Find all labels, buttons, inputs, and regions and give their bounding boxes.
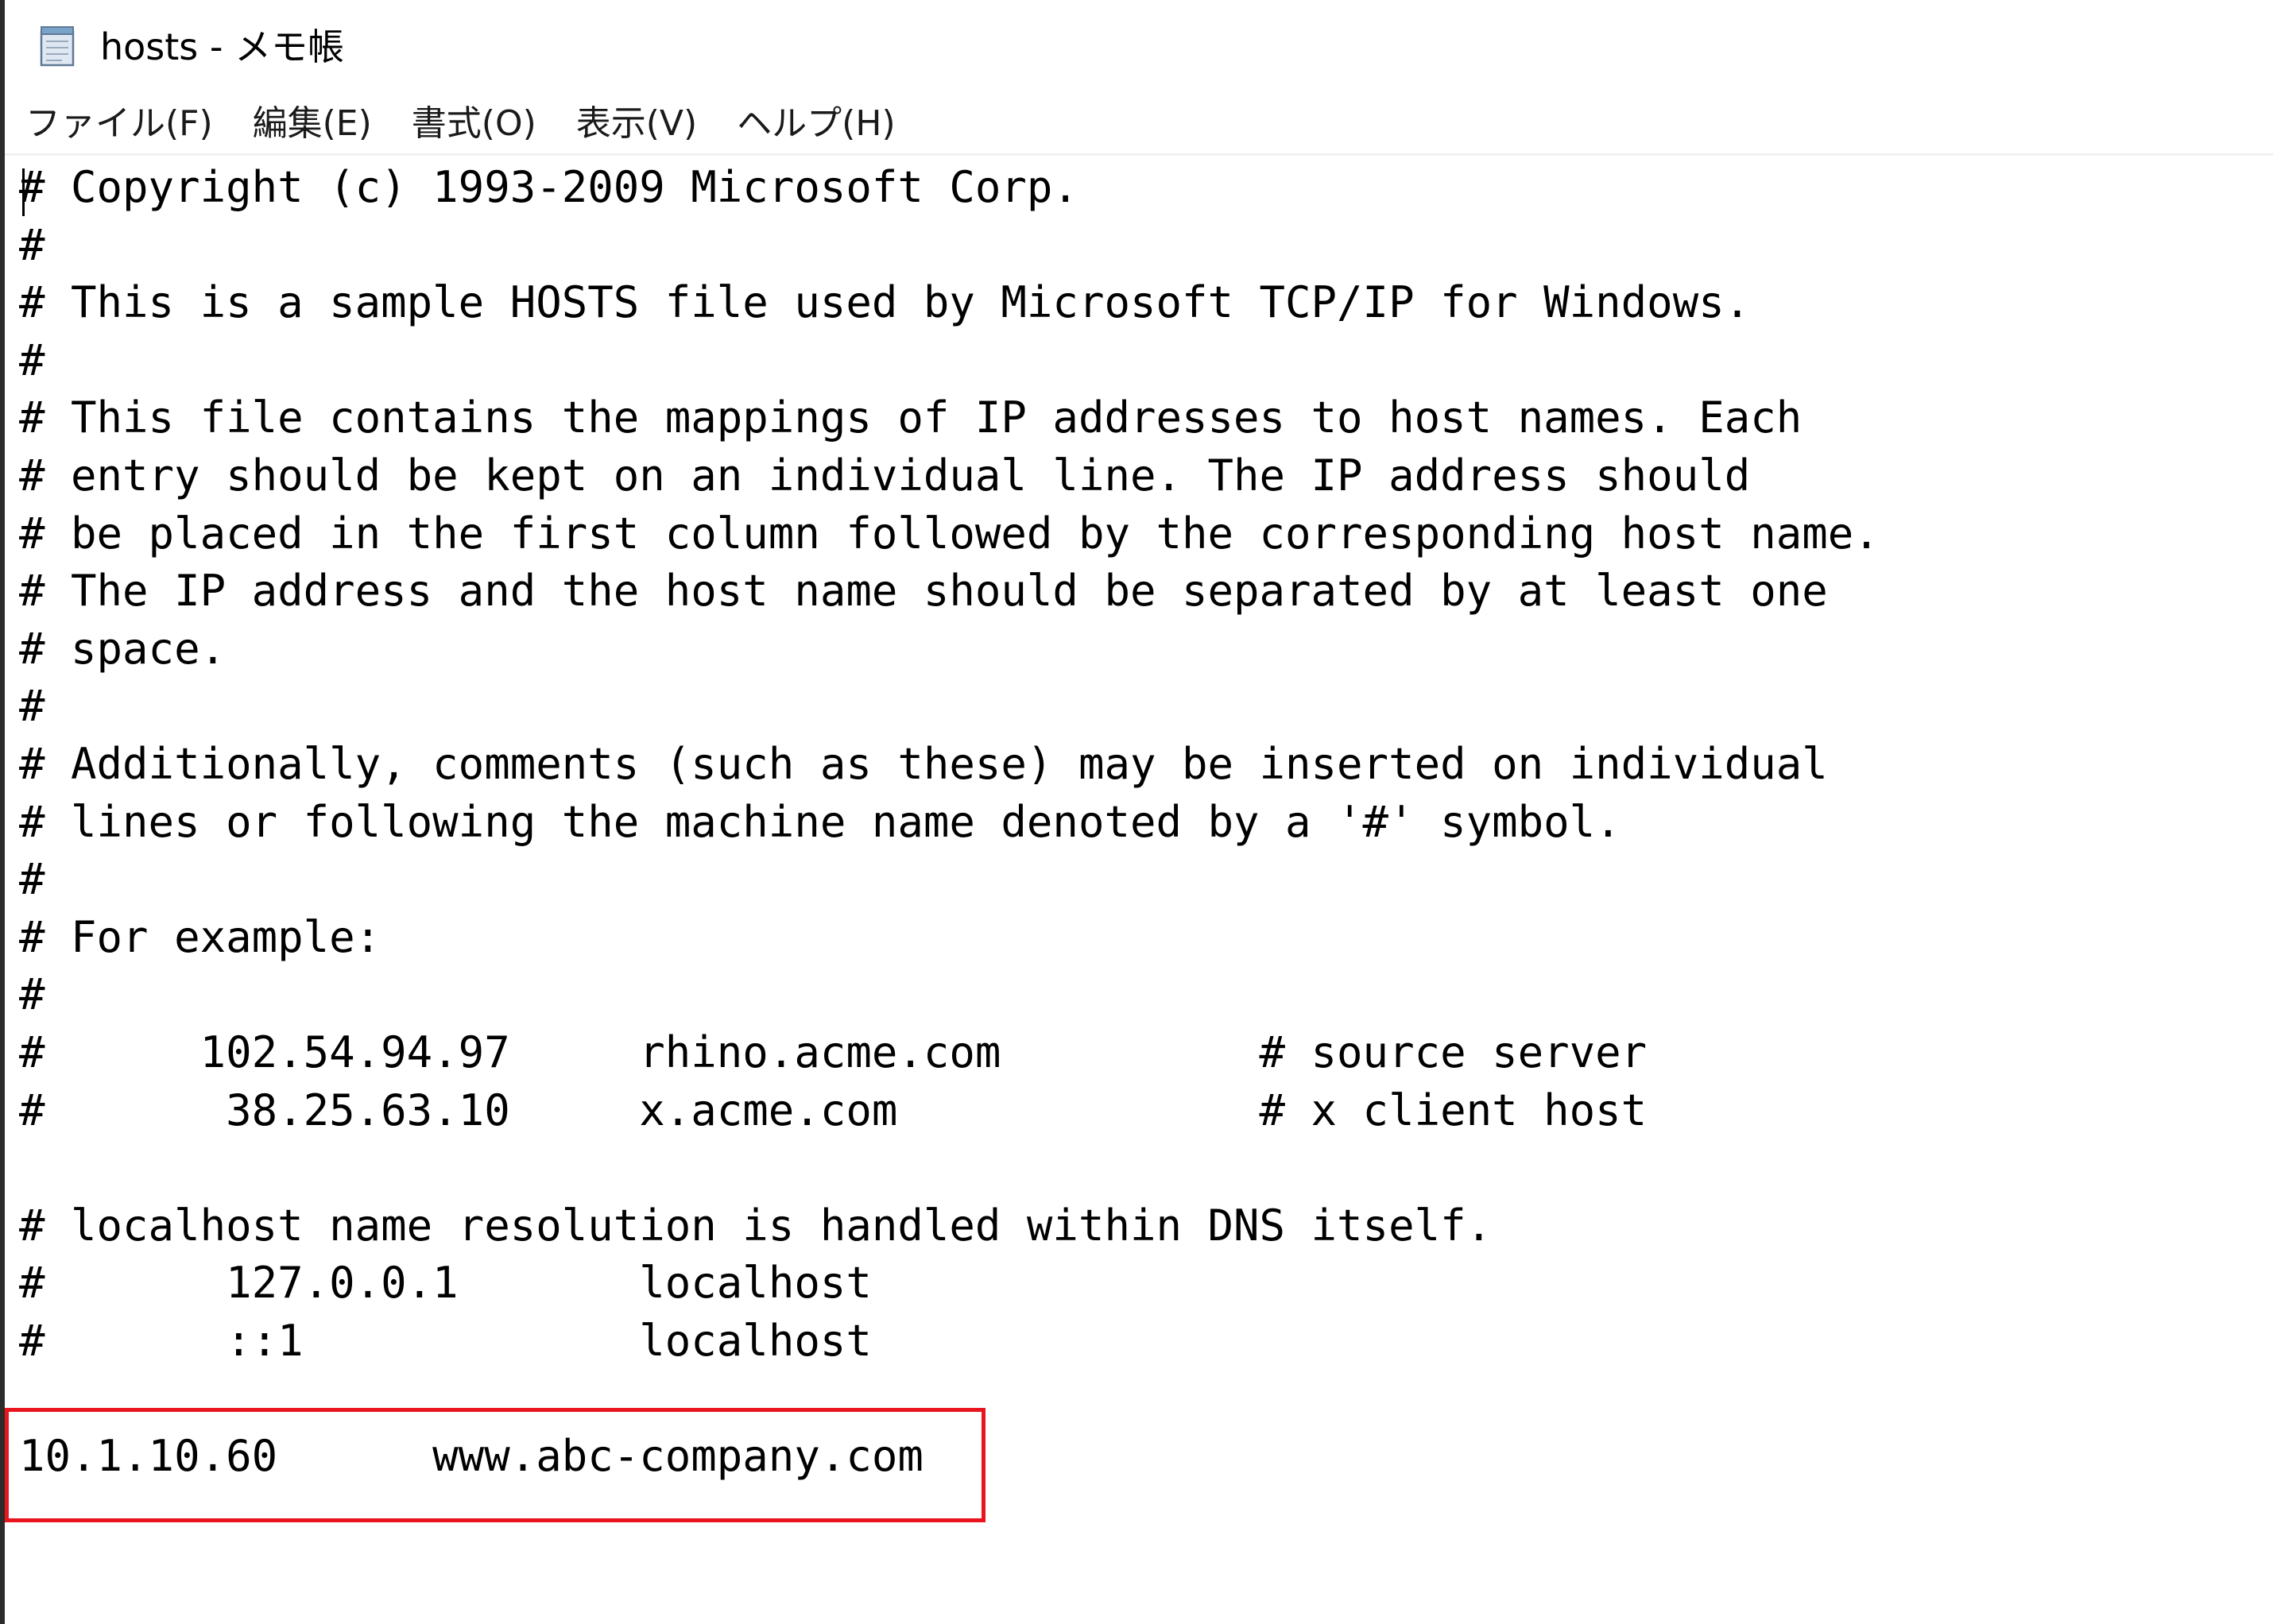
- highlight-annotation-box: [5, 1408, 985, 1522]
- text-caret: [22, 168, 25, 216]
- title-bar[interactable]: hosts - メモ帳: [5, 0, 2273, 94]
- menu-bar: ファイル(F) 編集(E) 書式(O) 表示(V) ヘルプ(H): [5, 94, 2273, 156]
- menu-edit[interactable]: 編集(E): [253, 100, 372, 148]
- window-title: hosts - メモ帳: [100, 25, 345, 68]
- menu-file[interactable]: ファイル(F): [25, 100, 213, 148]
- menu-help[interactable]: ヘルプ(H): [737, 100, 895, 148]
- notepad-icon: [35, 24, 79, 68]
- menu-format[interactable]: 書式(O): [412, 100, 536, 148]
- menu-view[interactable]: 表示(V): [576, 100, 697, 148]
- text-editor-area[interactable]: # Copyright (c) 1993-2009 Microsoft Corp…: [5, 159, 2273, 1624]
- hosts-file-content[interactable]: # Copyright (c) 1993-2009 Microsoft Corp…: [19, 159, 1880, 1486]
